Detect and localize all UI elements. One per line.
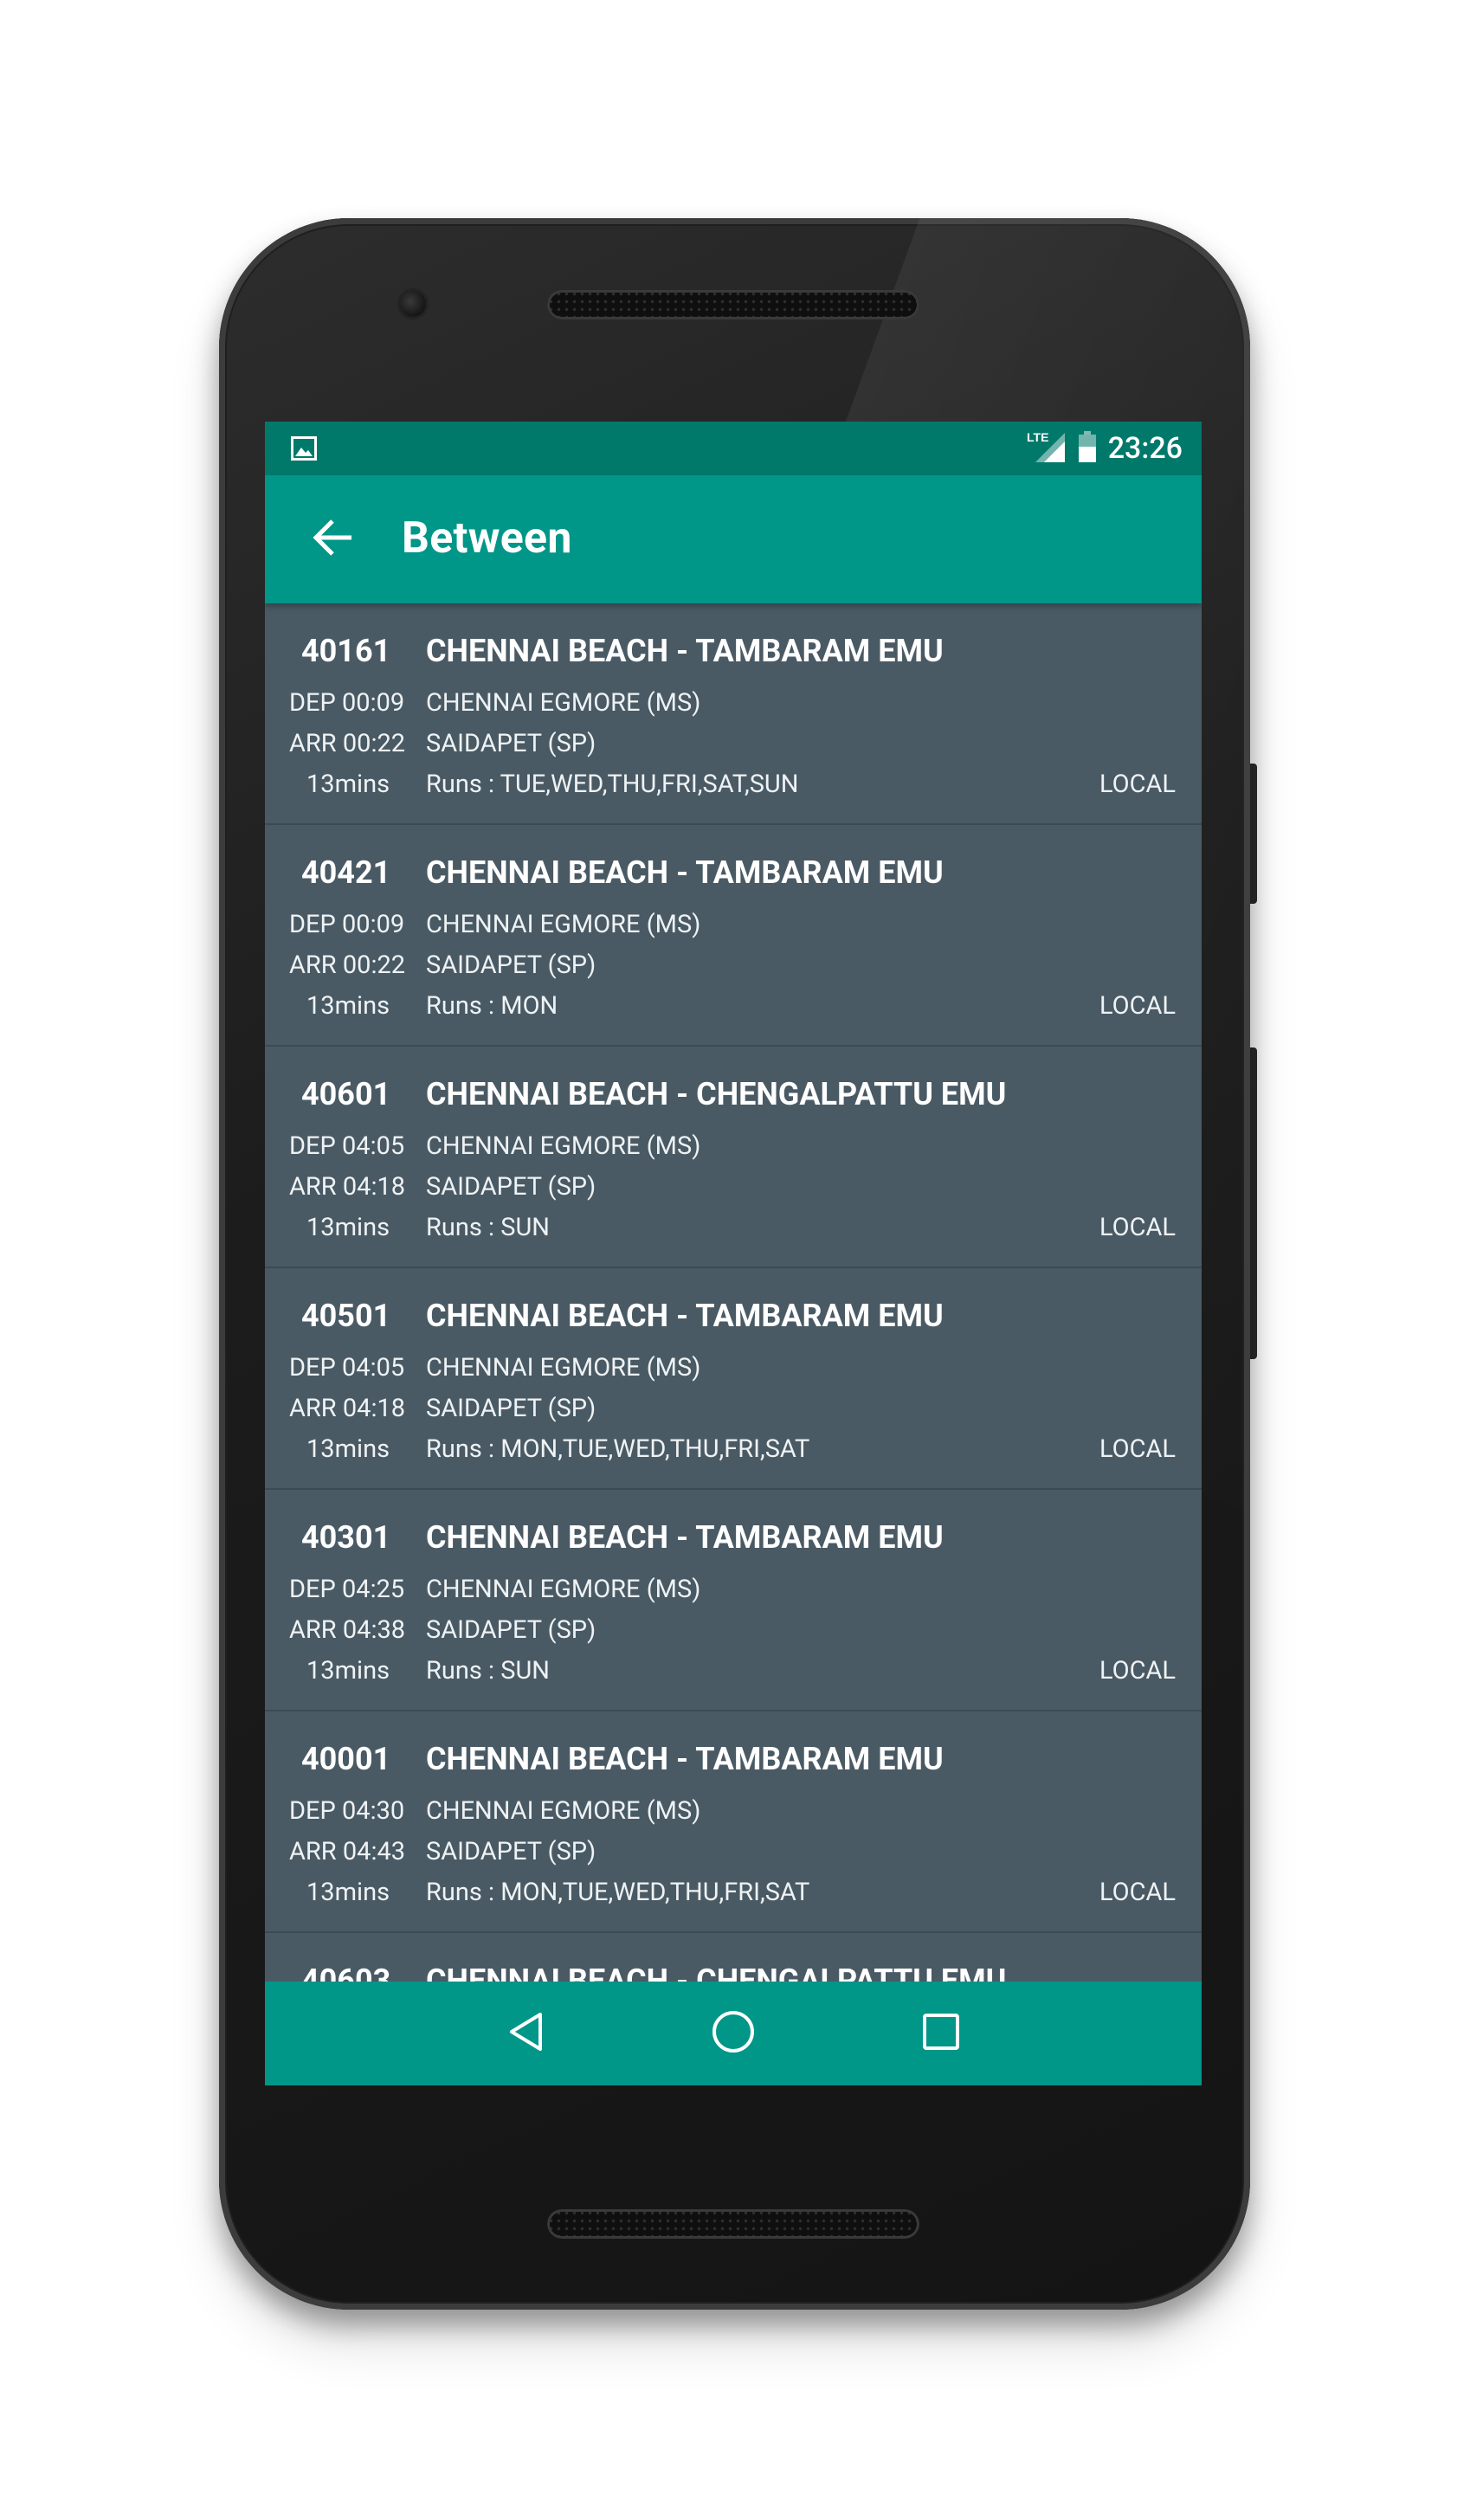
- running-days: Runs : SUN: [426, 1656, 550, 1685]
- train-name: CHENNAI BEACH - TAMBARAM EMU: [426, 854, 944, 891]
- back-button[interactable]: [300, 506, 365, 572]
- departure-station: CHENNAI EGMORE (MS): [426, 1796, 701, 1826]
- train-type: LOCAL: [1099, 1434, 1176, 1464]
- arrival-time: ARR 04:18: [289, 1394, 406, 1423]
- battery-icon: [1077, 429, 1098, 467]
- svg-text:LTE: LTE: [1027, 430, 1048, 444]
- arrival-station: SAIDAPET (SP): [426, 1615, 596, 1645]
- arrival-station: SAIDAPET (SP): [426, 951, 596, 980]
- train-number: 40421: [301, 854, 391, 891]
- running-days: Runs : MON,TUE,WED,THU,FRI,SAT: [426, 1434, 810, 1464]
- train-name: CHENNAI BEACH - TAMBARAM EMU: [426, 633, 944, 669]
- departure-station: CHENNAI EGMORE (MS): [426, 910, 701, 939]
- running-days: Runs : TUE,WED,THU,FRI,SAT,SUN: [426, 770, 799, 799]
- train-card[interactable]: 40001 CHENNAI BEACH - TAMBARAM EMU DEP 0…: [265, 1711, 1202, 1933]
- nav-recents-button[interactable]: [915, 2008, 967, 2059]
- arrival-time: ARR 00:22: [289, 951, 406, 980]
- running-days: Runs : MON: [426, 991, 558, 1021]
- train-type: LOCAL: [1099, 1656, 1176, 1685]
- train-card[interactable]: 40601 CHENNAI BEACH - CHENGALPATTU EMU D…: [265, 1047, 1202, 1268]
- status-icons: LTE 23:26: [1027, 422, 1183, 475]
- device-mockup: LTE 23:26 Between 40161 CHENNAI BEACH - …: [0, 0, 1470, 2520]
- recents-square-icon: [921, 2012, 961, 2055]
- train-number: 40603: [301, 1963, 391, 1982]
- departure-time: DEP 04:05: [289, 1131, 405, 1161]
- arrow-back-icon: [312, 519, 353, 560]
- departure-station: CHENNAI EGMORE (MS): [426, 688, 701, 718]
- home-circle-icon: [711, 2009, 756, 2058]
- departure-time: DEP 04:25: [289, 1575, 405, 1604]
- status-time: 23:26: [1107, 431, 1183, 466]
- app-bar: Between: [265, 475, 1202, 603]
- travel-duration: 13mins: [306, 1213, 390, 1242]
- departure-time: DEP 00:09: [289, 910, 405, 939]
- arrival-time: ARR 04:38: [289, 1615, 406, 1645]
- train-number: 40161: [301, 633, 391, 669]
- train-card[interactable]: 40501 CHENNAI BEACH - TAMBARAM EMU DEP 0…: [265, 1268, 1202, 1490]
- departure-station: CHENNAI EGMORE (MS): [426, 1575, 701, 1604]
- status-bar: LTE 23:26: [265, 422, 1202, 475]
- departure-time: DEP 04:05: [289, 1353, 405, 1382]
- arrival-time: ARR 00:22: [289, 729, 406, 758]
- train-type: LOCAL: [1099, 991, 1176, 1021]
- back-triangle-icon: [507, 2011, 545, 2056]
- nav-back-button[interactable]: [500, 2008, 552, 2059]
- train-number: 40601: [301, 1076, 391, 1112]
- train-card-partial[interactable]: 40603 CHENNAI BEACH - CHENGALPATTU EMU: [265, 1933, 1202, 1982]
- page-title: Between: [402, 513, 572, 564]
- front-camera: [400, 291, 426, 317]
- train-number: 40301: [301, 1519, 391, 1556]
- train-type: LOCAL: [1099, 770, 1176, 799]
- train-name: CHENNAI BEACH - TAMBARAM EMU: [426, 1519, 944, 1556]
- bottom-speaker: [547, 2209, 919, 2239]
- train-list[interactable]: 40161 CHENNAI BEACH - TAMBARAM EMU DEP 0…: [265, 603, 1202, 1982]
- departure-station: CHENNAI EGMORE (MS): [426, 1353, 701, 1382]
- running-days: Runs : SUN: [426, 1213, 550, 1242]
- train-number: 40501: [301, 1298, 391, 1334]
- travel-duration: 13mins: [306, 770, 390, 799]
- train-card[interactable]: 40161 CHENNAI BEACH - TAMBARAM EMU DEP 0…: [265, 603, 1202, 825]
- travel-duration: 13mins: [306, 1434, 390, 1464]
- train-type: LOCAL: [1099, 1213, 1176, 1242]
- travel-duration: 13mins: [306, 991, 390, 1021]
- train-name: CHENNAI BEACH - TAMBARAM EMU: [426, 1298, 944, 1334]
- departure-station: CHENNAI EGMORE (MS): [426, 1131, 701, 1161]
- departure-time: DEP 00:09: [289, 688, 405, 718]
- arrival-station: SAIDAPET (SP): [426, 1394, 596, 1423]
- arrival-station: SAIDAPET (SP): [426, 729, 596, 758]
- travel-duration: 13mins: [306, 1656, 390, 1685]
- nav-home-button[interactable]: [707, 2008, 759, 2059]
- train-number: 40001: [301, 1741, 391, 1777]
- navigation-bar: [265, 1982, 1202, 2085]
- arrival-time: ARR 04:18: [289, 1172, 406, 1202]
- arrival-time: ARR 04:43: [289, 1837, 406, 1866]
- arrival-station: SAIDAPET (SP): [426, 1172, 596, 1202]
- screen: LTE 23:26 Between 40161 CHENNAI BEACH - …: [265, 422, 1202, 2085]
- train-name: CHENNAI BEACH - CHENGALPATTU EMU: [426, 1076, 1007, 1112]
- arrival-station: SAIDAPET (SP): [426, 1837, 596, 1866]
- train-card[interactable]: 40301 CHENNAI BEACH - TAMBARAM EMU DEP 0…: [265, 1490, 1202, 1711]
- train-name: CHENNAI BEACH - TAMBARAM EMU: [426, 1741, 944, 1777]
- train-type: LOCAL: [1099, 1878, 1176, 1907]
- train-card[interactable]: 40421 CHENNAI BEACH - TAMBARAM EMU DEP 0…: [265, 825, 1202, 1047]
- travel-duration: 13mins: [306, 1878, 390, 1907]
- lte-signal-icon: LTE: [1027, 429, 1067, 467]
- running-days: Runs : MON,TUE,WED,THU,FRI,SAT: [426, 1878, 810, 1907]
- train-name: CHENNAI BEACH - CHENGALPATTU EMU: [426, 1963, 1007, 1982]
- top-speaker: [547, 290, 919, 319]
- departure-time: DEP 04:30: [289, 1796, 405, 1826]
- image-notification-icon: [291, 436, 317, 461]
